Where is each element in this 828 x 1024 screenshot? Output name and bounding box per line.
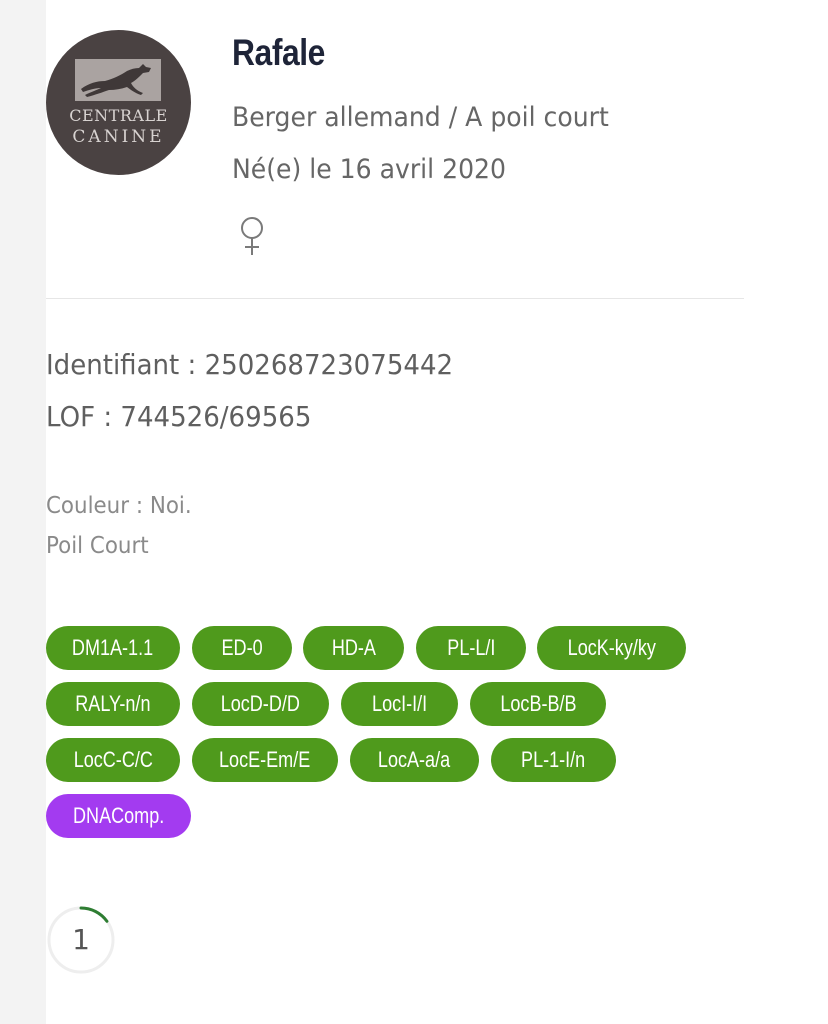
tag-hd[interactable]: HD-A [303, 626, 404, 670]
tag-lock[interactable]: LocK-ky/ky [537, 626, 686, 670]
lof-text: LOF : 744526/69565 [46, 400, 312, 433]
tag-loce[interactable]: LocE-Em/E [192, 738, 338, 782]
logo-plate [75, 59, 161, 101]
couleur-text: Couleur : Noi. [46, 493, 192, 519]
section-divider [46, 298, 744, 299]
tag-ed[interactable]: ED-0 [192, 626, 292, 670]
tag-raly[interactable]: RALY-n/n [46, 682, 180, 726]
female-symbol-icon [241, 217, 263, 255]
dog-birth-date: Né(e) le 16 avril 2020 [232, 154, 507, 185]
dog-breed: Berger allemand / A poil court [232, 102, 609, 133]
running-dog-icon [81, 64, 151, 97]
logo-text-canine: CANINE [72, 127, 165, 147]
left-background-strip [0, 0, 46, 1024]
tag-locd[interactable]: LocD-D/D [192, 682, 329, 726]
poil-text: Poil Court [46, 533, 149, 559]
logo-text-centrale: CENTRALE [69, 106, 168, 125]
tag-loca[interactable]: LocA-a/a [350, 738, 479, 782]
progress-count: 1 [72, 923, 90, 956]
tag-dm1a[interactable]: DM1A-1.1 [46, 626, 180, 670]
tag-locb[interactable]: LocB-B/B [470, 682, 606, 726]
dog-name: Rafale [232, 32, 325, 73]
tag-locc[interactable]: LocC-C/C [46, 738, 180, 782]
identifiant-text: Identifiant : 250268723075442 [46, 348, 454, 381]
tag-dnacomp[interactable]: DNAComp. [46, 794, 191, 838]
centrale-canine-logo: CENTRALE CANINE [46, 30, 191, 175]
tag-pl-1[interactable]: PL-1-I/n [491, 738, 616, 782]
tag-pl-l[interactable]: PL-L/I [416, 626, 526, 670]
tag-loci[interactable]: LocI-I/I [341, 682, 458, 726]
